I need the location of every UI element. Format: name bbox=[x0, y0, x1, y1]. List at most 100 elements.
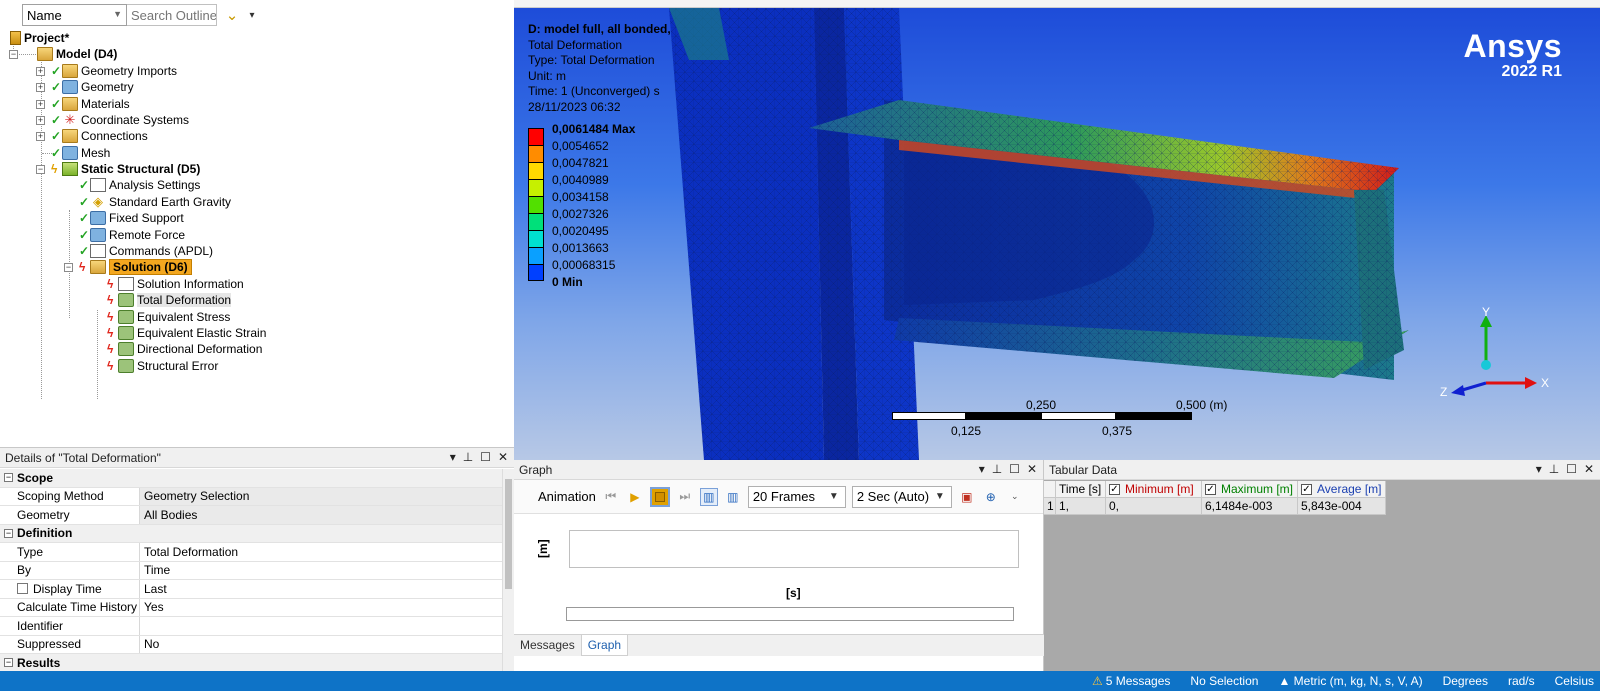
export-video-icon[interactable]: ▣ bbox=[958, 488, 976, 506]
maximize-icon[interactable]: ☐ bbox=[1009, 462, 1020, 476]
tree-item-total-deformation[interactable]: ϟ Total Deformation bbox=[107, 292, 232, 308]
close-icon[interactable]: ✕ bbox=[498, 450, 508, 464]
temperature-unit[interactable]: Celsius bbox=[1555, 674, 1594, 688]
tree-item-static-structural[interactable]: ϟ Static Structural (D5) bbox=[51, 161, 200, 177]
tree-item-connections[interactable]: ✓ Connections bbox=[51, 128, 148, 144]
outline-search-input[interactable] bbox=[131, 7, 216, 23]
distributed-frames-icon[interactable]: ▥ bbox=[699, 487, 718, 506]
unit-system[interactable]: ▲ Metric (m, kg, N, s, V, A) bbox=[1278, 674, 1422, 688]
tab-graph[interactable]: Graph bbox=[580, 635, 629, 656]
collapse-toggle[interactable]: − bbox=[9, 50, 18, 59]
detail-row-display-time[interactable]: Display Time Last bbox=[0, 580, 502, 599]
tree-item-fixed-support[interactable]: ✓ Fixed Support bbox=[79, 210, 184, 226]
collapse-toggle[interactable]: − bbox=[36, 165, 45, 174]
average-checkbox[interactable]: ✓ bbox=[1301, 483, 1312, 495]
tree-item-geometry-imports[interactable]: ✓ Geometry Imports bbox=[51, 63, 177, 79]
close-icon[interactable]: ✕ bbox=[1027, 462, 1037, 476]
tree-item-standard-earth-gravity[interactable]: ✓ ◈ Standard Earth Gravity bbox=[79, 194, 231, 210]
tree-item-project[interactable]: Project* bbox=[10, 30, 69, 46]
graph-plot-area[interactable] bbox=[569, 530, 1019, 568]
display-time-checkbox[interactable] bbox=[17, 583, 28, 595]
detail-row-identifier[interactable]: Identifier bbox=[0, 617, 502, 636]
header-time[interactable]: Time [s] bbox=[1056, 481, 1106, 498]
detail-value[interactable]: No bbox=[140, 636, 502, 654]
maximize-icon[interactable]: ☐ bbox=[1566, 462, 1577, 476]
detail-row-scoping-method[interactable]: Scoping Method Geometry Selection bbox=[0, 487, 502, 506]
stop-button[interactable] bbox=[649, 486, 670, 507]
graphics-viewport[interactable]: D: model full, all bonded, Total Deforma… bbox=[514, 0, 1600, 460]
details-scrollbar[interactable] bbox=[502, 469, 514, 672]
tree-item-coordinate-systems[interactable]: ✓ ✳ Coordinate Systems bbox=[51, 112, 189, 128]
time-slider[interactable] bbox=[566, 607, 1014, 621]
detail-value[interactable]: Time bbox=[140, 562, 502, 580]
tab-messages[interactable]: Messages bbox=[514, 635, 581, 656]
tree-item-equivalent-stress[interactable]: ϟ Equivalent Stress bbox=[107, 309, 230, 325]
expand-toggle[interactable]: + bbox=[36, 116, 45, 125]
frames-select[interactable]: 20 Frames ▼ bbox=[747, 485, 846, 508]
detail-value[interactable]: Geometry Selection bbox=[140, 487, 502, 505]
scrollbar-thumb[interactable] bbox=[505, 479, 512, 589]
cell-minimum[interactable]: 0, bbox=[1106, 498, 1202, 515]
maximum-checkbox[interactable]: ✓ bbox=[1205, 483, 1216, 495]
tree-item-commands-apdl[interactable]: ✓ Commands (APDL) bbox=[79, 243, 213, 259]
header-average[interactable]: ✓ Average [m] bbox=[1298, 481, 1386, 498]
collapse-toggle[interactable]: − bbox=[64, 263, 73, 272]
tree-item-analysis-settings[interactable]: ✓ Analysis Settings bbox=[79, 177, 200, 193]
header-maximum[interactable]: ✓ Maximum [m] bbox=[1202, 481, 1298, 498]
beam-body[interactable] bbox=[809, 100, 1409, 380]
section-definition[interactable]: − Definition bbox=[0, 524, 502, 543]
play-icon[interactable]: ▶ bbox=[626, 488, 644, 506]
previous-frame-icon[interactable]: ⏮ bbox=[602, 488, 620, 506]
pin-icon[interactable]: ⊥ bbox=[992, 462, 1002, 476]
tree-item-directional-deformation[interactable]: ϟ Directional Deformation bbox=[107, 341, 262, 357]
detail-row-type[interactable]: Type Total Deformation bbox=[0, 543, 502, 562]
header-minimum[interactable]: ✓ Minimum [m] bbox=[1106, 481, 1202, 498]
detail-value[interactable]: Last bbox=[140, 580, 502, 598]
pin-icon[interactable]: ⊥ bbox=[463, 450, 473, 464]
dropdown-icon[interactable]: ▾ bbox=[450, 450, 456, 464]
tree-item-solution[interactable]: ϟ Solution (D6) bbox=[79, 259, 192, 275]
collapse-toggle[interactable]: − bbox=[4, 528, 13, 538]
expand-toggle[interactable]: + bbox=[36, 67, 45, 76]
zoom-icon[interactable]: ⊕ bbox=[982, 488, 1000, 506]
pin-icon[interactable]: ⊥ bbox=[1549, 462, 1559, 476]
viewport-toolbar[interactable] bbox=[514, 0, 1600, 8]
result-sets-icon[interactable]: ▥ bbox=[724, 488, 742, 506]
cell-average[interactable]: 5,843e-004 bbox=[1298, 498, 1386, 515]
close-icon[interactable]: ✕ bbox=[1584, 462, 1594, 476]
outline-search[interactable] bbox=[127, 4, 217, 26]
expand-toggle[interactable]: + bbox=[36, 132, 45, 141]
outline-expand-button[interactable]: ⌄ bbox=[217, 4, 247, 26]
maximize-icon[interactable]: ☐ bbox=[480, 450, 491, 464]
expand-toggle[interactable]: + bbox=[36, 100, 45, 109]
cell-time[interactable]: 1, bbox=[1056, 498, 1106, 515]
dropdown-icon[interactable]: ▾ bbox=[1536, 462, 1542, 476]
next-frame-icon[interactable]: ⏭ bbox=[676, 488, 694, 506]
messages-indicator[interactable]: ⚠ 5 Messages bbox=[1092, 674, 1170, 688]
tree-item-remote-force[interactable]: ✓ Remote Force bbox=[79, 227, 185, 243]
tree-item-mesh[interactable]: ✓ Mesh bbox=[51, 145, 110, 161]
column-body[interactable] bbox=[669, 8, 919, 460]
tree-item-structural-error[interactable]: ϟ Structural Error bbox=[107, 358, 218, 374]
rotational-velocity-unit[interactable]: rad/s bbox=[1508, 674, 1535, 688]
detail-value[interactable]: All Bodies bbox=[140, 506, 502, 524]
tree-item-solution-information[interactable]: ϟ Solution Information bbox=[107, 276, 244, 292]
detail-value[interactable]: Total Deformation bbox=[140, 543, 502, 561]
more-icon[interactable]: ⌄ bbox=[1006, 488, 1024, 506]
outline-menu-button[interactable]: ▾ bbox=[247, 4, 257, 26]
collapse-toggle[interactable]: − bbox=[4, 658, 13, 668]
detail-row-by[interactable]: By Time bbox=[0, 561, 502, 580]
coordinate-triad[interactable]: Y X Z bbox=[1429, 305, 1549, 405]
minimum-checkbox[interactable]: ✓ bbox=[1109, 483, 1120, 495]
dropdown-icon[interactable]: ▾ bbox=[979, 462, 985, 476]
section-scope[interactable]: − Scope bbox=[0, 469, 502, 488]
collapse-toggle[interactable]: − bbox=[4, 473, 13, 483]
angle-unit[interactable]: Degrees bbox=[1443, 674, 1488, 688]
tree-item-model[interactable]: Model (D4) bbox=[37, 46, 117, 62]
cell-maximum[interactable]: 6,1484e-003 bbox=[1202, 498, 1298, 515]
duration-select[interactable]: 2 Sec (Auto) ▼ bbox=[851, 485, 952, 508]
tree-item-equivalent-elastic-strain[interactable]: ϟ Equivalent Elastic Strain bbox=[107, 325, 266, 341]
detail-value[interactable]: Yes bbox=[140, 599, 502, 617]
detail-row-suppressed[interactable]: Suppressed No bbox=[0, 635, 502, 654]
detail-value[interactable] bbox=[140, 617, 502, 635]
